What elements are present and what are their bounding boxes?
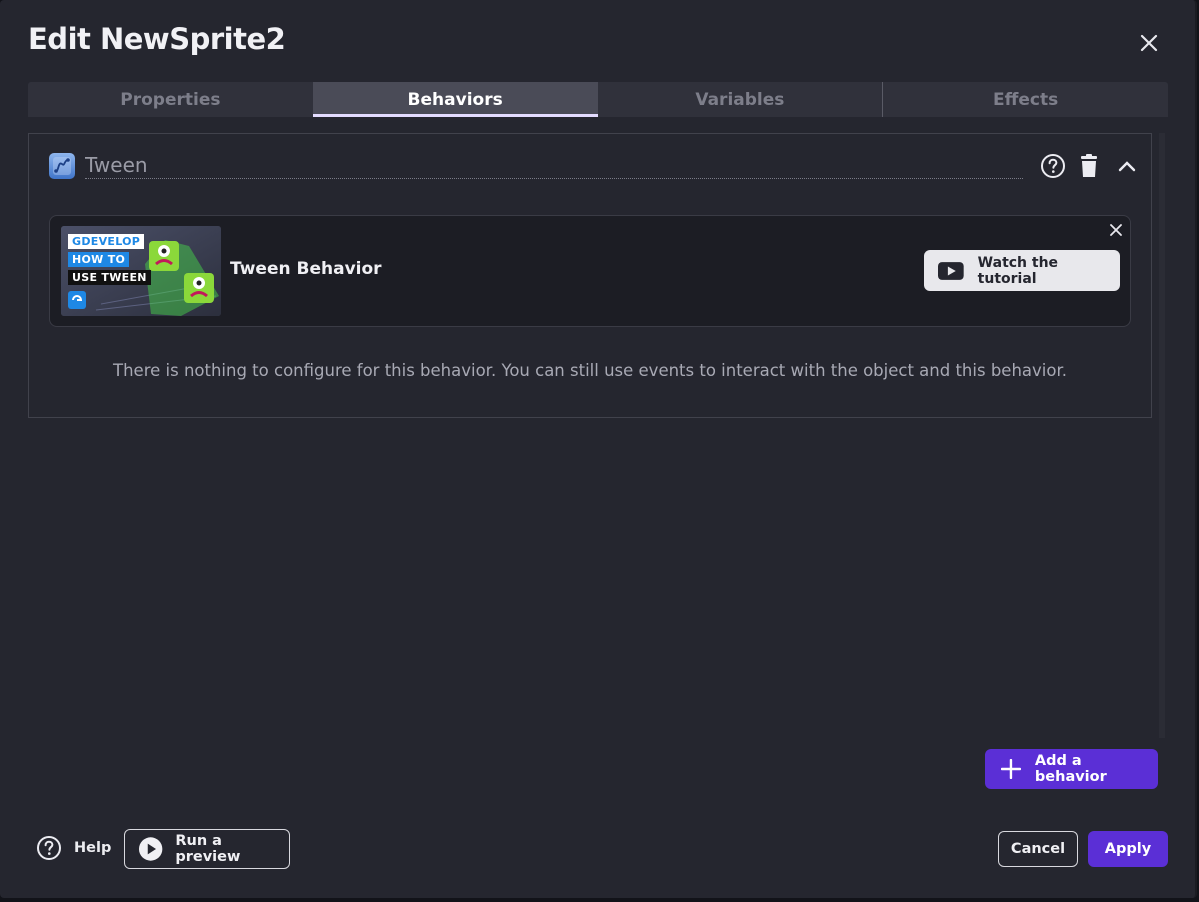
run-preview-button[interactable]: Run a preview [124, 829, 290, 869]
tutorial-card: GDEVELOP HOW TO USE TWEEN Tween Behavior… [49, 215, 1131, 327]
trash-icon [1081, 154, 1097, 177]
behavior-header [49, 152, 1151, 184]
tab-variables[interactable]: Variables [598, 82, 883, 117]
empty-configuration-message: There is nothing to configure for this b… [113, 361, 1067, 380]
tutorial-title: Tween Behavior [230, 259, 382, 279]
edit-object-dialog: Edit NewSprite2 Properties Behaviors Var… [0, 0, 1197, 898]
tab-effects[interactable]: Effects [882, 82, 1168, 117]
help-label: Help [74, 840, 112, 856]
watch-tutorial-label: Watch the tutorial [977, 254, 1059, 287]
tab-behaviors[interactable]: Behaviors [312, 82, 598, 117]
collapse-behavior-button[interactable] [1113, 152, 1141, 180]
tab-bar: Properties Behaviors Variables Effects [28, 82, 1168, 117]
behavior-panel: GDEVELOP HOW TO USE TWEEN Tween Behavior… [28, 133, 1152, 418]
chevron-up-icon [1118, 161, 1136, 172]
thumbnail-line-1: GDEVELOP [68, 234, 145, 249]
behavior-help-button[interactable] [1039, 152, 1067, 180]
cancel-button[interactable]: Cancel [998, 831, 1078, 867]
help-circle-icon [1041, 154, 1065, 178]
apply-button[interactable]: Apply [1088, 831, 1168, 867]
tween-behavior-icon [49, 153, 75, 179]
tab-properties[interactable]: Properties [28, 82, 313, 117]
thumbnail-line-3: USE TWEEN [68, 270, 151, 285]
add-behavior-label: Add a behavior [1034, 753, 1107, 785]
close-dialog-button[interactable] [1134, 28, 1164, 58]
dialog-title: Edit NewSprite2 [28, 22, 286, 56]
help-circle-icon [37, 836, 61, 860]
plus-icon [1001, 759, 1021, 779]
run-preview-label: Run a preview [175, 833, 241, 865]
youtube-icon [938, 261, 964, 280]
close-icon [1110, 224, 1122, 236]
help-button[interactable]: Help [36, 835, 111, 861]
close-icon [1140, 34, 1158, 52]
play-circle-icon [138, 837, 163, 861]
dismiss-tutorial-button[interactable] [1107, 221, 1125, 239]
thumbnail-line-2: HOW TO [68, 252, 130, 267]
add-behavior-button[interactable]: Add a behavior [985, 749, 1158, 789]
scrollbar-track[interactable] [1159, 133, 1165, 738]
behavior-name-input[interactable] [85, 152, 1023, 179]
tutorial-thumbnail[interactable]: GDEVELOP HOW TO USE TWEEN [61, 226, 221, 316]
delete-behavior-button[interactable] [1075, 152, 1103, 180]
watch-tutorial-button[interactable]: Watch the tutorial [924, 250, 1120, 291]
